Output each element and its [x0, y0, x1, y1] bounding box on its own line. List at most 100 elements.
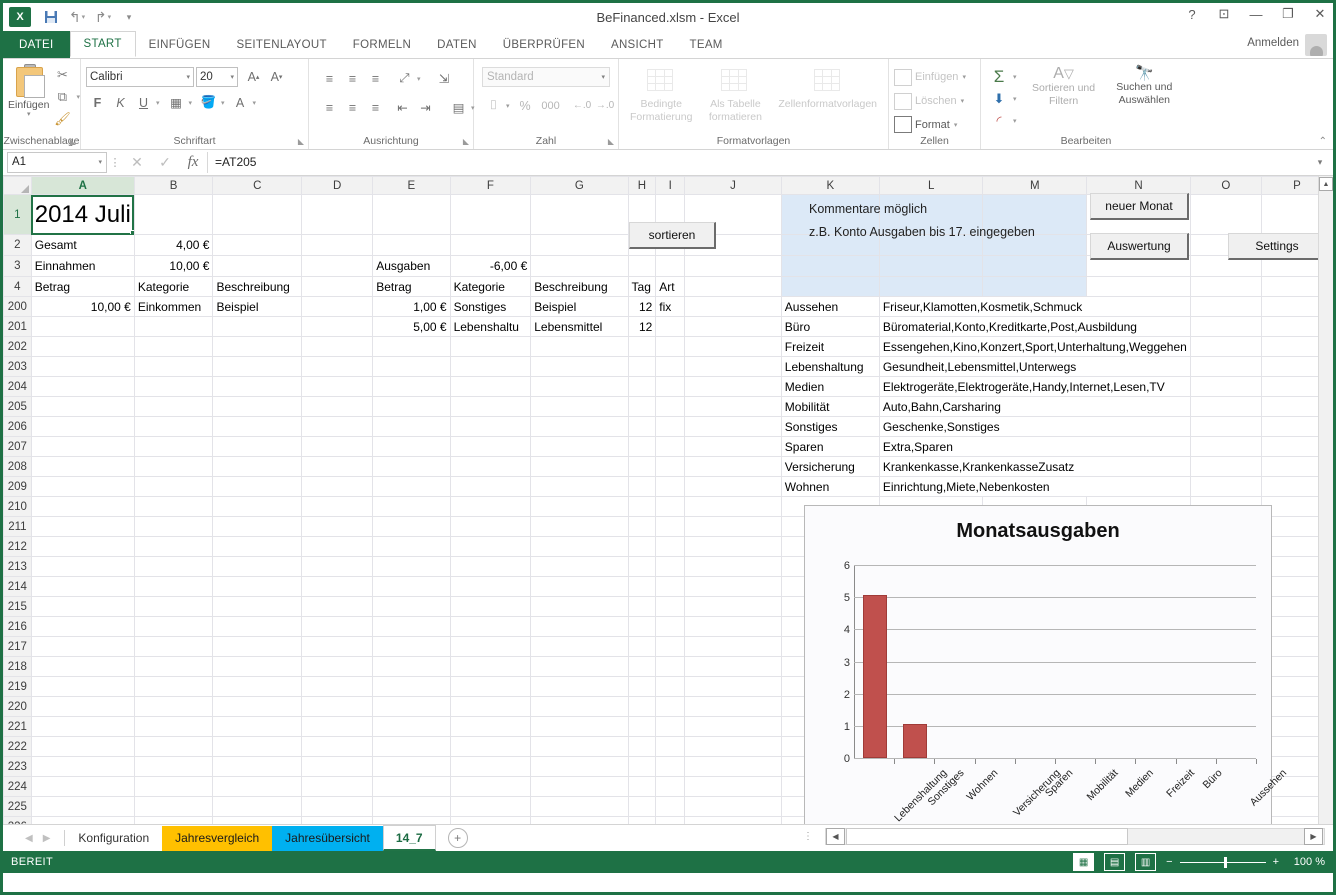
add-sheet-button[interactable]: + — [448, 828, 468, 848]
cell-A207[interactable] — [31, 437, 134, 457]
chart-bar[interactable] — [903, 724, 927, 758]
sortieren-button[interactable]: sortieren — [629, 222, 716, 249]
cell-C205[interactable] — [213, 397, 302, 417]
column-header-n[interactable]: N — [1087, 177, 1191, 195]
underline-button[interactable]: U — [132, 92, 155, 113]
cell-C202[interactable] — [213, 337, 302, 357]
cell-O4[interactable] — [1190, 277, 1261, 297]
row-header-224[interactable]: 224 — [4, 777, 32, 797]
expand-formula-bar-icon[interactable]: ▾ — [1311, 157, 1329, 168]
row-header-225[interactable]: 225 — [4, 797, 32, 817]
cell-J208[interactable] — [685, 457, 782, 477]
cell-I204[interactable] — [656, 377, 685, 397]
page-break-view-button[interactable]: ▥ — [1135, 853, 1156, 871]
cell-E1[interactable] — [373, 195, 450, 235]
cell-G200[interactable]: Beispiel — [531, 297, 628, 317]
shrink-font-icon[interactable]: A▾ — [265, 66, 288, 87]
cell-A204[interactable] — [31, 377, 134, 397]
table-row[interactable]: 208 Versicherung Krankenkasse,Krankenkas… — [4, 457, 1333, 477]
cell-F4[interactable]: Kategorie — [450, 277, 531, 297]
select-all-corner[interactable] — [4, 177, 32, 195]
cell-O205[interactable] — [1190, 397, 1261, 417]
settings-button[interactable]: Settings — [1228, 233, 1327, 260]
cell-K203[interactable]: Lebenshaltung — [781, 357, 879, 377]
cell-B202[interactable] — [134, 337, 213, 357]
font-name-input[interactable]: Calibri ▾ — [86, 67, 194, 87]
number-dialog-launcher[interactable]: ◣ — [608, 137, 614, 146]
cell-styles-button[interactable]: Zellenformatvorlagen — [772, 66, 883, 111]
cell-D209[interactable] — [302, 477, 373, 497]
number-format-select[interactable]: Standard ▾ — [482, 67, 610, 87]
decrease-indent-icon[interactable]: ⇤ — [391, 97, 414, 118]
ribbon-tab-bar[interactable]: DATEI START EINFÜGEN SEITENLAYOUT FORMEL… — [3, 31, 1333, 59]
fill-color-icon[interactable]: 🪣 — [197, 92, 220, 113]
cell-L208[interactable]: Krankenkasse,KrankenkasseZusatz — [879, 457, 1190, 477]
row-header-215[interactable]: 215 — [4, 597, 32, 617]
cell-O200[interactable] — [1190, 297, 1261, 317]
cell-E201[interactable]: 5,00 € — [373, 317, 450, 337]
cell-I209[interactable] — [656, 477, 685, 497]
cell-F201[interactable]: Lebenshaltu — [450, 317, 531, 337]
column-header-o[interactable]: O — [1190, 177, 1261, 195]
wrap-text-icon[interactable]: ⇲ — [433, 68, 456, 89]
row-header-217[interactable]: 217 — [4, 637, 32, 657]
row-header-4[interactable]: 4 — [4, 277, 32, 297]
horizontal-scroll-thumb[interactable] — [846, 828, 1128, 845]
cell-A1[interactable]: 2014 Juli — [31, 195, 134, 235]
zoom-slider-thumb[interactable] — [1224, 857, 1227, 868]
cell-H209[interactable] — [628, 477, 656, 497]
row-header-214[interactable]: 214 — [4, 577, 32, 597]
align-center-icon[interactable]: ≡ — [341, 97, 364, 118]
cell-O203[interactable] — [1190, 357, 1261, 377]
cell-I208[interactable] — [656, 457, 685, 477]
cell-I205[interactable] — [656, 397, 685, 417]
cell-A4[interactable]: Betrag — [31, 277, 134, 297]
cell-L3[interactable] — [879, 256, 983, 277]
cell-O201[interactable] — [1190, 317, 1261, 337]
cell-K207[interactable]: Sparen — [781, 437, 879, 457]
thousands-format-icon[interactable]: 000 — [537, 95, 565, 116]
cell-A203[interactable] — [31, 357, 134, 377]
cell-D203[interactable] — [302, 357, 373, 377]
table-row[interactable]: 206 Sonstiges Geschenke,Sonstiges — [4, 417, 1333, 437]
column-header-j[interactable]: J — [685, 177, 782, 195]
zoom-out-button[interactable]: − — [1166, 856, 1172, 868]
cancel-formula-icon[interactable]: ✕ — [123, 154, 151, 171]
row-header-216[interactable]: 216 — [4, 617, 32, 637]
column-header-b[interactable]: B — [134, 177, 213, 195]
cell-E4[interactable]: Betrag — [373, 277, 450, 297]
cell-L207[interactable]: Extra,Sparen — [879, 437, 1190, 457]
cell-G202[interactable] — [531, 337, 628, 357]
cell-C206[interactable] — [213, 417, 302, 437]
scroll-left-icon[interactable]: ◀ — [826, 828, 845, 845]
formula-input[interactable]: =AT205 — [207, 152, 1311, 173]
cell-L201[interactable]: Büromaterial,Konto,Kreditkarte,Post,Ausb… — [879, 317, 1190, 337]
cell-G2[interactable] — [531, 235, 628, 256]
cell-J207[interactable] — [685, 437, 782, 457]
cell-I3[interactable] — [656, 256, 685, 277]
cell-O207[interactable] — [1190, 437, 1261, 457]
cell-E202[interactable] — [373, 337, 450, 357]
cell-A202[interactable] — [31, 337, 134, 357]
row-header-226[interactable]: 226 — [4, 817, 32, 825]
cell-L202[interactable]: Essengehen,Kino,Konzert,Sport,Unterhaltu… — [879, 337, 1190, 357]
cell-C4[interactable]: Beschreibung — [213, 277, 302, 297]
cell-M3[interactable] — [983, 256, 1087, 277]
cell-B204[interactable] — [134, 377, 213, 397]
cell-B208[interactable] — [134, 457, 213, 477]
cell-B200[interactable]: Einkommen — [134, 297, 213, 317]
cell-J3[interactable] — [685, 256, 782, 277]
cell-D3[interactable] — [302, 256, 373, 277]
cell-G207[interactable] — [531, 437, 628, 457]
fill-icon[interactable]: ⬇ — [986, 88, 1012, 109]
cell-H205[interactable] — [628, 397, 656, 417]
quick-access-toolbar[interactable]: ↰▾ ↱▾ ▾ — [39, 6, 141, 28]
table-row[interactable]: 4 Betrag Kategorie Beschreibung Betrag K… — [4, 277, 1333, 297]
column-header-d[interactable]: D — [302, 177, 373, 195]
find-select-button[interactable]: 🔭 Suchen und Auswählen — [1103, 66, 1186, 106]
row-header-207[interactable]: 207 — [4, 437, 32, 457]
delete-cells-button[interactable]: Löschen▾ — [894, 91, 964, 112]
align-bottom-icon[interactable]: ≡ — [364, 68, 387, 89]
table-row[interactable]: 201 5,00 € Lebenshaltu Lebensmittel 12 B… — [4, 317, 1333, 337]
cell-K208[interactable]: Versicherung — [781, 457, 879, 477]
